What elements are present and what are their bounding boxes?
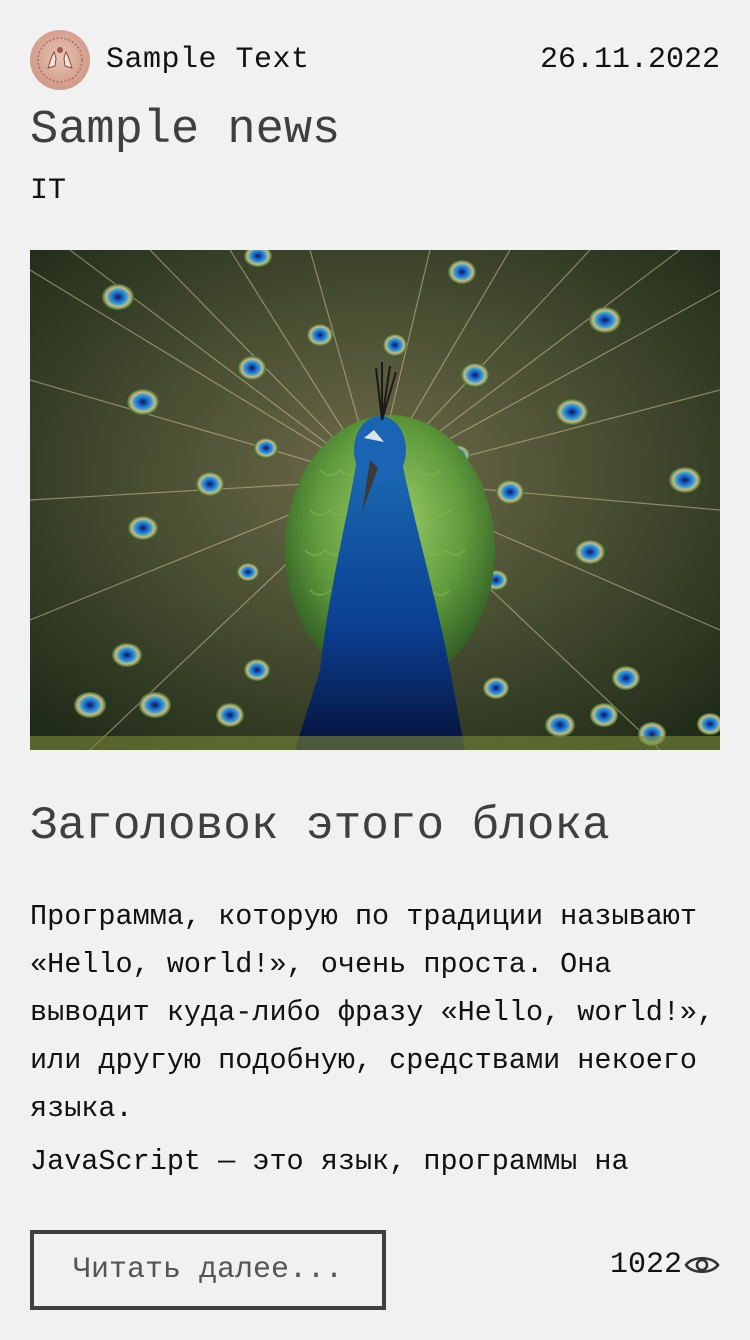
article-paragraph: Программа, которую по традиции называют …	[30, 900, 715, 1125]
avatar[interactable]	[30, 30, 90, 90]
hands-illustration-icon	[37, 37, 83, 83]
eye-icon	[684, 1256, 720, 1274]
article-paragraph: JavaScript — это язык, программы на кото…	[30, 1145, 714, 1198]
news-title: Sample news	[30, 104, 341, 157]
read-more-button[interactable]: Читать далее...	[30, 1230, 386, 1310]
article-body: Программа, которую по традиции называют …	[30, 893, 720, 1198]
views-counter: 1022	[610, 1248, 720, 1282]
block-title: Заголовок этого блока	[30, 800, 610, 852]
views-count: 1022	[609, 1248, 682, 1282]
hero-image	[30, 250, 720, 750]
post-date: 26.11.2022	[539, 43, 720, 77]
news-category[interactable]: IT	[30, 174, 66, 208]
post-header: Sample Text 26.11.2022	[30, 30, 720, 90]
author-name[interactable]: Sample Text	[106, 43, 310, 77]
peacock-photo	[30, 250, 720, 750]
